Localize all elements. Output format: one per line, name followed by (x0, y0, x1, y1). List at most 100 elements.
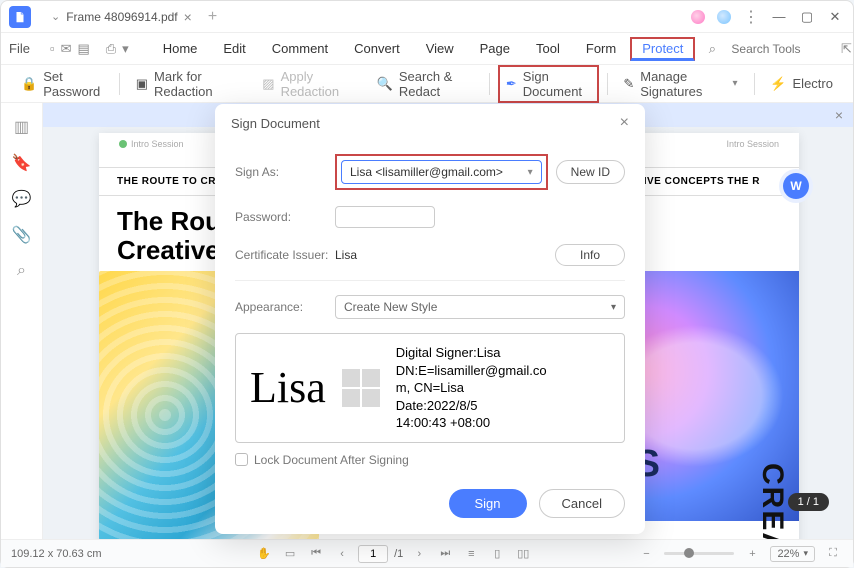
search-icon[interactable]: ⌕ (701, 38, 723, 60)
lock-label: Lock Document After Signing (254, 453, 409, 467)
menu-form[interactable]: Form (574, 37, 628, 61)
zoom-select[interactable]: 22% ▾ (770, 546, 815, 562)
lock-icon: 🔒 (21, 76, 37, 92)
mark-redaction-button[interactable]: ▣ Mark for Redaction (128, 65, 247, 103)
issuer-value: Lisa (335, 248, 357, 262)
signature-graphic-icon (342, 369, 380, 407)
intro-badge-left: Intro Session (119, 139, 184, 149)
search-tools-input[interactable] (731, 42, 821, 56)
next-page-icon[interactable]: › (409, 544, 429, 564)
appearance-select[interactable]: Create New Style ▾ (335, 295, 625, 319)
zoom-out-icon[interactable]: − (636, 544, 656, 564)
signature-name: Lisa (250, 362, 326, 413)
sign-as-row: Sign As: Lisa <lisamiller@gmail.com> ▾ N… (235, 146, 625, 198)
dialog-header: Sign Document × (215, 104, 645, 142)
tab-close-icon[interactable]: × (184, 9, 192, 25)
chevron-down-icon: ▾ (803, 548, 808, 559)
sign-button[interactable]: Sign (449, 489, 527, 518)
select-tool-icon[interactable]: ▭ (280, 544, 300, 564)
zoom-slider[interactable] (664, 552, 734, 555)
password-row: Password: (235, 198, 625, 236)
dialog-title: Sign Document (231, 116, 320, 131)
menubar: File ▫ ✉ ▤ ⎙ ▾ Home Edit Comment Convert… (1, 33, 853, 65)
lock-document-row: Lock Document After Signing (235, 443, 625, 477)
cancel-button[interactable]: Cancel (539, 489, 625, 518)
new-id-button[interactable]: New ID (556, 160, 625, 184)
page-number-input[interactable] (358, 545, 388, 563)
redact-mark-icon: ▣ (136, 76, 148, 92)
titlebar: ⌄ Frame 48096914.pdf × + ⋮ — ▢ ✕ (1, 1, 853, 33)
redact-apply-icon: ▨ (262, 76, 274, 92)
save-icon[interactable]: ▫ (50, 38, 55, 60)
search-redact-button[interactable]: 🔍 Search & Redact (369, 65, 481, 103)
last-page-icon[interactable]: ⏭ (435, 544, 455, 564)
scroll-mode-icon[interactable]: ≡ (461, 544, 481, 564)
hand-tool-icon[interactable]: ✋ (254, 544, 274, 564)
sign-as-select[interactable]: Lisa <lisamiller@gmail.com> ▾ (341, 160, 542, 184)
assistant-icon[interactable] (691, 10, 705, 24)
file-menu[interactable]: File (9, 41, 30, 56)
issuer-row: Certificate Issuer: Lisa Info (235, 236, 625, 274)
intro-badge-right: Intro Session (722, 139, 779, 149)
electronic-sign-button[interactable]: ⚡ Electro (762, 72, 841, 96)
more-menu-icon[interactable]: ⋮ (743, 7, 759, 27)
esign-icon: ⚡ (770, 76, 786, 92)
add-tab-button[interactable]: + (208, 8, 217, 26)
page-total: /1 (394, 548, 403, 560)
print-dropdown-icon[interactable]: ▾ (122, 38, 129, 60)
bookmarks-icon[interactable]: 🔖 (12, 153, 32, 173)
manage-signatures-button[interactable]: ✎ Manage Signatures ▾ (615, 65, 745, 103)
close-button[interactable]: ✕ (825, 7, 845, 27)
set-password-button[interactable]: 🔒 Set Password (13, 65, 111, 103)
open-icon[interactable]: ▤ (77, 38, 89, 60)
zoom-controls: − + 22% ▾ ⛶ (636, 544, 843, 564)
search-panel-icon[interactable]: ⌕ (12, 261, 32, 281)
formbar-close-icon[interactable]: × (835, 107, 843, 123)
print-icon[interactable]: ⎙ (106, 38, 116, 60)
search-redact-icon: 🔍 (377, 76, 393, 92)
page-nav: ✋ ▭ ⏮ ‹ /1 › ⏭ ≡ ▯ ▯▯ (159, 544, 628, 564)
two-page-icon[interactable]: ▯▯ (513, 544, 533, 564)
cursor-coords: 109.12 x 70.63 cm (11, 548, 151, 560)
prev-page-icon[interactable]: ‹ (332, 544, 352, 564)
sign-document-button[interactable]: ✒ Sign Document (498, 65, 599, 103)
mail-icon[interactable]: ✉ (61, 38, 72, 60)
sign-as-label: Sign As: (235, 165, 335, 179)
sign-document-dialog: Sign Document × Sign As: Lisa <lisamille… (215, 104, 645, 534)
password-input[interactable] (335, 206, 435, 228)
chevron-down-icon: ▾ (528, 167, 533, 178)
menu-edit[interactable]: Edit (211, 37, 257, 61)
info-button[interactable]: Info (555, 244, 625, 266)
lock-checkbox[interactable] (235, 453, 248, 466)
word-export-badge[interactable]: W (783, 173, 809, 199)
page-indicator: 1 / 1 (788, 493, 829, 511)
fullscreen-icon[interactable]: ⛶ (823, 544, 843, 564)
menu-protect[interactable]: Protect (630, 37, 695, 61)
share-icon[interactable]: ⇱ (835, 38, 854, 60)
menu-comment[interactable]: Comment (260, 37, 340, 61)
thumbnails-icon[interactable]: ▥ (12, 117, 32, 137)
left-sidebar: ▥ 🔖 💬 📎 ⌕ (1, 103, 43, 539)
document-tab[interactable]: ⌄ Frame 48096914.pdf × (41, 5, 202, 29)
comments-icon[interactable]: 💬 (12, 189, 32, 209)
attachments-icon[interactable]: 📎 (12, 225, 32, 245)
dialog-actions: Sign Cancel (215, 481, 645, 518)
main-menu: Home Edit Comment Convert View Page Tool… (151, 37, 696, 61)
menu-tool[interactable]: Tool (524, 37, 572, 61)
menu-home[interactable]: Home (151, 37, 210, 61)
app-logo-icon (9, 6, 31, 28)
maximize-button[interactable]: ▢ (797, 7, 817, 27)
minimize-button[interactable]: — (769, 7, 789, 27)
account-icon[interactable] (717, 10, 731, 24)
zoom-in-icon[interactable]: + (742, 544, 762, 564)
window-controls: — ▢ ✕ (769, 7, 845, 27)
menu-page[interactable]: Page (468, 37, 522, 61)
menu-convert[interactable]: Convert (342, 37, 412, 61)
menu-view[interactable]: View (414, 37, 466, 61)
protect-toolbar: 🔒 Set Password ▣ Mark for Redaction ▨ Ap… (1, 65, 853, 103)
manage-sig-icon: ✎ (623, 76, 634, 92)
appearance-label: Appearance: (235, 300, 335, 314)
single-page-icon[interactable]: ▯ (487, 544, 507, 564)
first-page-icon[interactable]: ⏮ (306, 544, 326, 564)
dialog-close-icon[interactable]: × (620, 114, 629, 132)
